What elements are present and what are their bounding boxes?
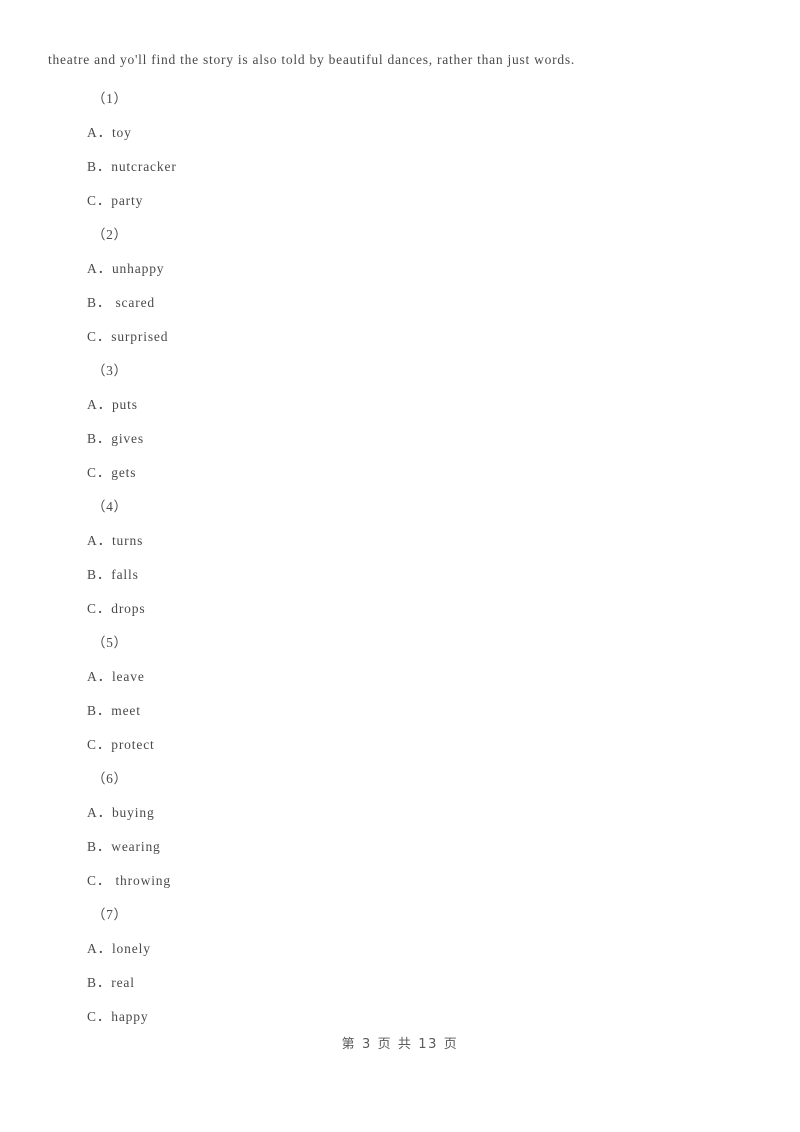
question-group: （4） A．turns B．falls C．drops bbox=[0, 490, 800, 626]
question-list: （1） A．toy B．nutcracker C．party （2） A．unhappy B… bbox=[0, 82, 800, 1034]
option-text: drops bbox=[111, 601, 146, 616]
option-text: nutcracker bbox=[111, 159, 177, 174]
option-label: B． bbox=[87, 431, 112, 446]
option-label: B． bbox=[87, 839, 112, 854]
option-text: leave bbox=[111, 669, 145, 684]
answer-option[interactable]: C．gets bbox=[87, 456, 800, 490]
question-number: （2） bbox=[92, 227, 128, 242]
answer-option[interactable]: B．gives bbox=[87, 422, 800, 456]
question-group: （2） A．unhappy B． scared C．surprised bbox=[0, 218, 800, 354]
question-group: （3） A．puts B．gives C．gets bbox=[0, 354, 800, 490]
answer-option[interactable]: C．surprised bbox=[87, 320, 800, 354]
answer-option[interactable]: A．buying bbox=[87, 796, 800, 830]
option-label: C． bbox=[87, 465, 112, 480]
option-text: gets bbox=[111, 465, 137, 480]
option-text: real bbox=[111, 975, 135, 990]
option-label: B． bbox=[87, 159, 112, 174]
option-text: party bbox=[111, 193, 144, 208]
answer-option[interactable]: C． throwing bbox=[87, 864, 800, 898]
option-label: A． bbox=[87, 805, 112, 820]
answer-option[interactable]: C．protect bbox=[87, 728, 800, 762]
option-label: B． bbox=[87, 703, 112, 718]
page-footer: 第 3 页 共 13 页 bbox=[341, 1037, 459, 1052]
answer-option[interactable]: A．toy bbox=[87, 116, 800, 150]
answer-option[interactable]: B．wearing bbox=[87, 830, 800, 864]
option-text: buying bbox=[111, 805, 155, 820]
option-label: A． bbox=[87, 533, 112, 548]
passage-text-line: theatre and yo'll find the story is also… bbox=[48, 52, 575, 67]
option-text: protect bbox=[111, 737, 155, 752]
option-text: falls bbox=[111, 567, 139, 582]
question-number: （4） bbox=[92, 499, 128, 514]
answer-option[interactable]: A．lonely bbox=[87, 932, 800, 966]
option-text: scared bbox=[111, 295, 156, 310]
option-label: C． bbox=[87, 1009, 112, 1024]
answer-option[interactable]: B．real bbox=[87, 966, 800, 1000]
option-label: A． bbox=[87, 397, 112, 412]
question-number: （1） bbox=[92, 91, 128, 106]
question-number: （6） bbox=[92, 771, 128, 786]
option-label: C． bbox=[87, 601, 112, 616]
option-label: B． bbox=[87, 295, 112, 310]
option-text: unhappy bbox=[111, 261, 165, 276]
option-label: A． bbox=[87, 125, 112, 140]
option-text: puts bbox=[111, 397, 138, 412]
option-label: B． bbox=[87, 975, 112, 990]
question-number: （7） bbox=[92, 907, 128, 922]
option-text: meet bbox=[111, 703, 141, 718]
question-group: （7） A．lonely B．real C．happy bbox=[0, 898, 800, 1034]
option-text: toy bbox=[111, 125, 132, 140]
option-label: C． bbox=[87, 873, 112, 888]
answer-option[interactable]: A．unhappy bbox=[87, 252, 800, 286]
option-label: A． bbox=[87, 261, 112, 276]
option-text: turns bbox=[111, 533, 144, 548]
question-number: （3） bbox=[92, 363, 128, 378]
answer-option[interactable]: B．meet bbox=[87, 694, 800, 728]
option-text: wearing bbox=[111, 839, 161, 854]
answer-option[interactable]: A．leave bbox=[87, 660, 800, 694]
answer-option[interactable]: B．nutcracker bbox=[87, 150, 800, 184]
answer-option[interactable]: C．party bbox=[87, 184, 800, 218]
document-page: theatre and yo'll find the story is also… bbox=[0, 0, 800, 1132]
answer-option[interactable]: C．happy bbox=[87, 1000, 800, 1034]
option-text: throwing bbox=[111, 873, 171, 888]
option-label: B． bbox=[87, 567, 112, 582]
question-group: （5） A．leave B．meet C．protect bbox=[0, 626, 800, 762]
option-text: happy bbox=[111, 1009, 149, 1024]
option-text: surprised bbox=[111, 329, 169, 344]
option-label: A． bbox=[87, 941, 112, 956]
answer-option[interactable]: A．puts bbox=[87, 388, 800, 422]
answer-option[interactable]: B．falls bbox=[87, 558, 800, 592]
question-group: （6） A．buying B．wearing C． throwing bbox=[0, 762, 800, 898]
option-label: A． bbox=[87, 669, 112, 684]
answer-option[interactable]: A．turns bbox=[87, 524, 800, 558]
answer-option[interactable]: C．drops bbox=[87, 592, 800, 626]
option-text: gives bbox=[111, 431, 144, 446]
option-label: C． bbox=[87, 737, 112, 752]
question-number: （5） bbox=[92, 635, 128, 650]
option-text: lonely bbox=[111, 941, 151, 956]
option-label: C． bbox=[87, 193, 112, 208]
answer-option[interactable]: B． scared bbox=[87, 286, 800, 320]
option-label: C． bbox=[87, 329, 112, 344]
question-group: （1） A．toy B．nutcracker C．party bbox=[0, 82, 800, 218]
